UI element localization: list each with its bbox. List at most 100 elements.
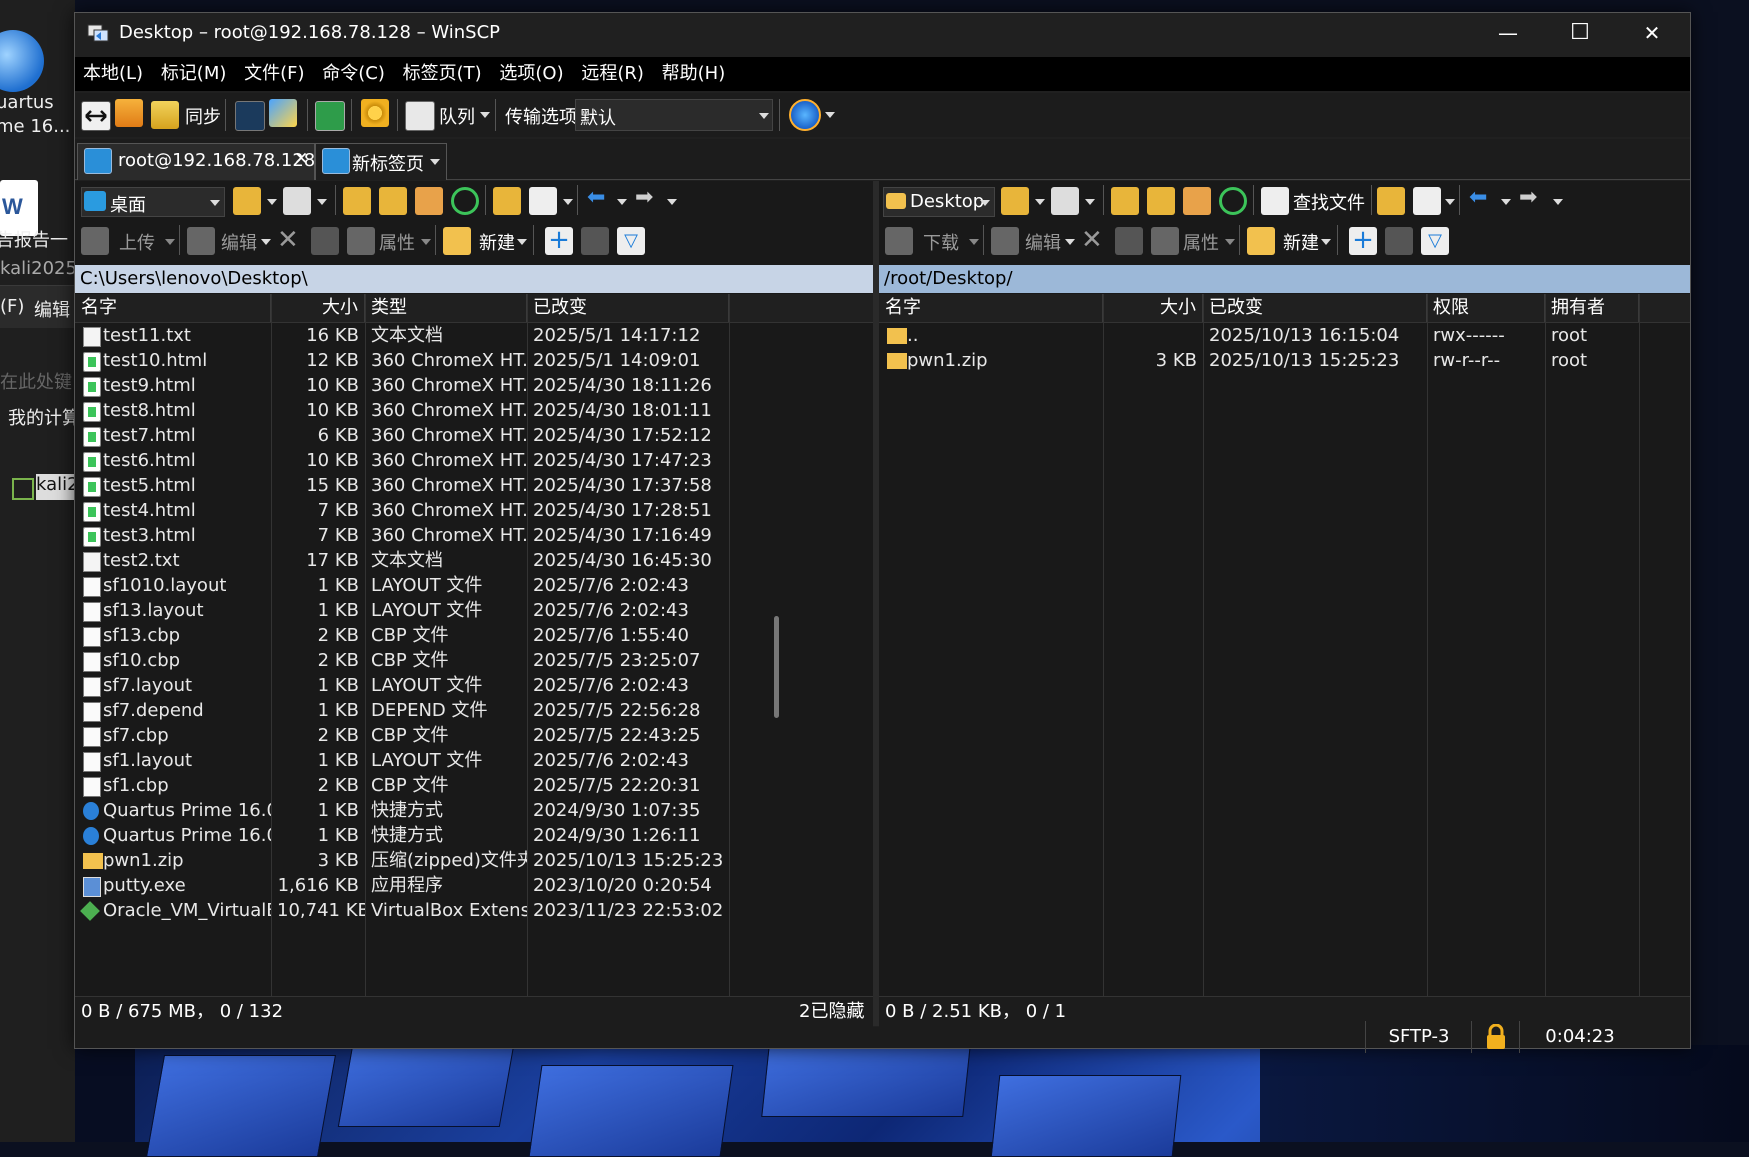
terminal-icon[interactable] [235, 101, 265, 131]
lock-icon[interactable] [1471, 1021, 1520, 1053]
table-row[interactable]: pwn1.zip 3 KB 压缩(zipped)文件夹 2025/10/13 15:2… [75, 848, 873, 873]
close-tab-icon[interactable]: ✕ [294, 149, 308, 169]
delete-icon[interactable]: ✕ [277, 225, 299, 255]
table-row[interactable]: test10.html 12 KB 360 ChromeX HT... 2025/5/… [75, 348, 873, 373]
minimize-button[interactable]: — [1472, 13, 1544, 53]
menu-mark[interactable]: 标记(M) [155, 57, 233, 91]
new-button[interactable]: 新建 [479, 229, 515, 255]
chevron-down-icon[interactable] [1225, 239, 1235, 245]
chevron-down-icon[interactable] [421, 239, 431, 245]
filter-icon[interactable] [1051, 187, 1079, 215]
find-files-button[interactable]: 查找文件 [1293, 189, 1365, 215]
table-row[interactable]: sf13.layout 1 KB LAYOUT 文件 2025/7/6 2:02:43 [75, 598, 873, 623]
forward-arrow-icon[interactable]: ➡ [1519, 185, 1537, 210]
table-row[interactable]: test8.html 10 KB 360 ChromeX HT... 2025/4/3… [75, 398, 873, 423]
edit-button[interactable]: 编辑 [1025, 229, 1061, 255]
menu-remote[interactable]: 远程(R) [575, 57, 650, 91]
chevron-down-icon[interactable] [1085, 199, 1095, 205]
refresh-icon[interactable] [315, 101, 345, 131]
col-type[interactable]: 类型 [365, 294, 527, 322]
menu-options[interactable]: 选项(O) [493, 57, 569, 91]
table-row[interactable]: sf10.cbp 2 KB CBP 文件 2025/7/5 23:25:07 [75, 648, 873, 673]
remote-file-list[interactable]: .. 2025/10/13 16:15:04 rwx------ root pwn1.z… [879, 323, 1690, 998]
quartus-desktop-icon[interactable] [0, 30, 44, 92]
table-row[interactable]: test4.html 7 KB 360 ChromeX HT... 2025/4/30… [75, 498, 873, 523]
local-scrollbar-thumb[interactable] [774, 616, 779, 718]
server-globe-icon[interactable] [789, 99, 821, 131]
delete-icon[interactable]: ✕ [1081, 225, 1103, 255]
chevron-down-icon[interactable] [1445, 199, 1455, 205]
col-rights[interactable]: 权限 [1427, 294, 1545, 322]
col-size[interactable]: 大小 [1103, 294, 1203, 322]
filter-icon[interactable] [283, 187, 311, 215]
local-path-bar[interactable]: C:\Users\lenovo\Desktop\ [75, 265, 873, 293]
edit-icon[interactable] [187, 227, 215, 255]
properties-button[interactable]: 属性 [1183, 229, 1219, 255]
chevron-down-icon[interactable] [1501, 199, 1511, 205]
download-icon[interactable] [885, 227, 913, 255]
home-icon[interactable] [1183, 187, 1211, 215]
edit-icon[interactable] [991, 227, 1019, 255]
new-folder-icon[interactable] [443, 227, 471, 255]
table-row[interactable]: Quartus Prime 16.0 ... 1 KB 快捷方式 2024/9/30 … [75, 823, 873, 848]
col-size[interactable]: 大小 [271, 294, 365, 322]
select-all-plus-icon[interactable]: + [545, 227, 573, 255]
table-row[interactable]: sf7.depend 1 KB DEPEND 文件 2025/7/5 22:56:28 [75, 698, 873, 723]
sync-label[interactable]: 同步 [185, 103, 221, 129]
col-name[interactable]: 名字 [879, 294, 1103, 322]
rename-icon[interactable] [311, 227, 339, 255]
forward-arrow-icon[interactable]: ➡ [635, 185, 653, 210]
open-folder-icon[interactable] [233, 187, 261, 215]
table-row[interactable]: test9.html 10 KB 360 ChromeX HT... 2025/4/3… [75, 373, 873, 398]
remote-location-select[interactable]: Desktop [883, 187, 995, 217]
table-row[interactable]: putty.exe 1,616 KB 应用程序 2023/10/20 0:20:54 [75, 873, 873, 898]
refresh-icon[interactable] [1219, 187, 1247, 215]
table-row[interactable]: sf1.layout 1 KB LAYOUT 文件 2025/7/6 2:02:43 [75, 748, 873, 773]
chevron-down-icon[interactable] [430, 159, 440, 165]
table-row[interactable]: sf7.layout 1 KB LAYOUT 文件 2025/7/6 2:02:43 [75, 673, 873, 698]
rename-icon[interactable] [1115, 227, 1143, 255]
table-row[interactable]: test11.txt 16 KB 文本文档 2025/5/1 14:17:12 [75, 323, 873, 348]
back-arrow-icon[interactable]: ⬅ [587, 185, 605, 210]
tree-view-icon[interactable] [1377, 187, 1405, 215]
table-row[interactable]: test3.html 7 KB 360 ChromeX HT... 2025/4/30… [75, 523, 873, 548]
back-arrow-icon[interactable]: ⬅ [1469, 185, 1487, 210]
col-changed[interactable]: 已改变 [1203, 294, 1427, 322]
refresh-icon[interactable] [451, 187, 479, 215]
table-row[interactable]: test6.html 10 KB 360 ChromeX HT... 2025/4/3… [75, 448, 873, 473]
properties-icon[interactable] [1151, 227, 1179, 255]
compare-directories-icon[interactable] [81, 101, 111, 131]
table-row[interactable]: test2.txt 17 KB 文本文档 2025/4/30 16:45:30 [75, 548, 873, 573]
table-row[interactable]: pwn1.zip 3 KB 2025/10/13 15:25:23 rw-r--r--… [879, 348, 1690, 373]
home-icon[interactable] [415, 187, 443, 215]
chevron-down-icon[interactable] [667, 199, 677, 205]
table-row[interactable]: Quartus Prime 16.0 ... 1 KB 快捷方式 2024/9/30 … [75, 798, 873, 823]
new-button[interactable]: 新建 [1283, 229, 1319, 255]
chevron-down-icon[interactable] [617, 199, 627, 205]
unselect-minus-icon[interactable] [1385, 227, 1413, 255]
find-files-icon[interactable] [1261, 187, 1289, 215]
table-row[interactable]: sf1010.layout 1 KB LAYOUT 文件 2025/7/6 2:02:… [75, 573, 873, 598]
menu-tabs[interactable]: 标签页(T) [397, 57, 488, 91]
chevron-down-icon[interactable] [563, 199, 573, 205]
col-name[interactable]: 名字 [75, 294, 271, 322]
title-bar[interactable]: Desktop – root@192.168.78.128 – WinSCP —… [75, 13, 1690, 53]
view-list-icon[interactable] [529, 187, 557, 215]
chevron-down-icon[interactable] [517, 239, 527, 245]
menu-file[interactable]: 文件(F) [238, 57, 310, 91]
close-button[interactable]: ✕ [1616, 13, 1688, 53]
chevron-down-icon[interactable] [317, 199, 327, 205]
menu-local[interactable]: 本地(L) [77, 57, 149, 91]
chevron-down-icon[interactable] [969, 239, 979, 245]
queue-dropdown-caret[interactable] [480, 112, 490, 118]
menu-commands[interactable]: 命令(C) [316, 57, 391, 91]
filter-select-icon[interactable]: ▽ [1421, 227, 1449, 255]
table-row[interactable]: test7.html 6 KB 360 ChromeX HT... 2025/4/30… [75, 423, 873, 448]
view-list-icon[interactable] [1413, 187, 1441, 215]
chevron-down-icon[interactable] [267, 199, 277, 205]
tree-view-icon[interactable] [493, 187, 521, 215]
local-location-select[interactable]: 桌面 [81, 187, 225, 217]
parent-directory-icon[interactable] [1111, 187, 1139, 215]
edit-button[interactable]: 编辑 [221, 229, 257, 255]
queue-label[interactable]: 队列 [439, 103, 475, 129]
